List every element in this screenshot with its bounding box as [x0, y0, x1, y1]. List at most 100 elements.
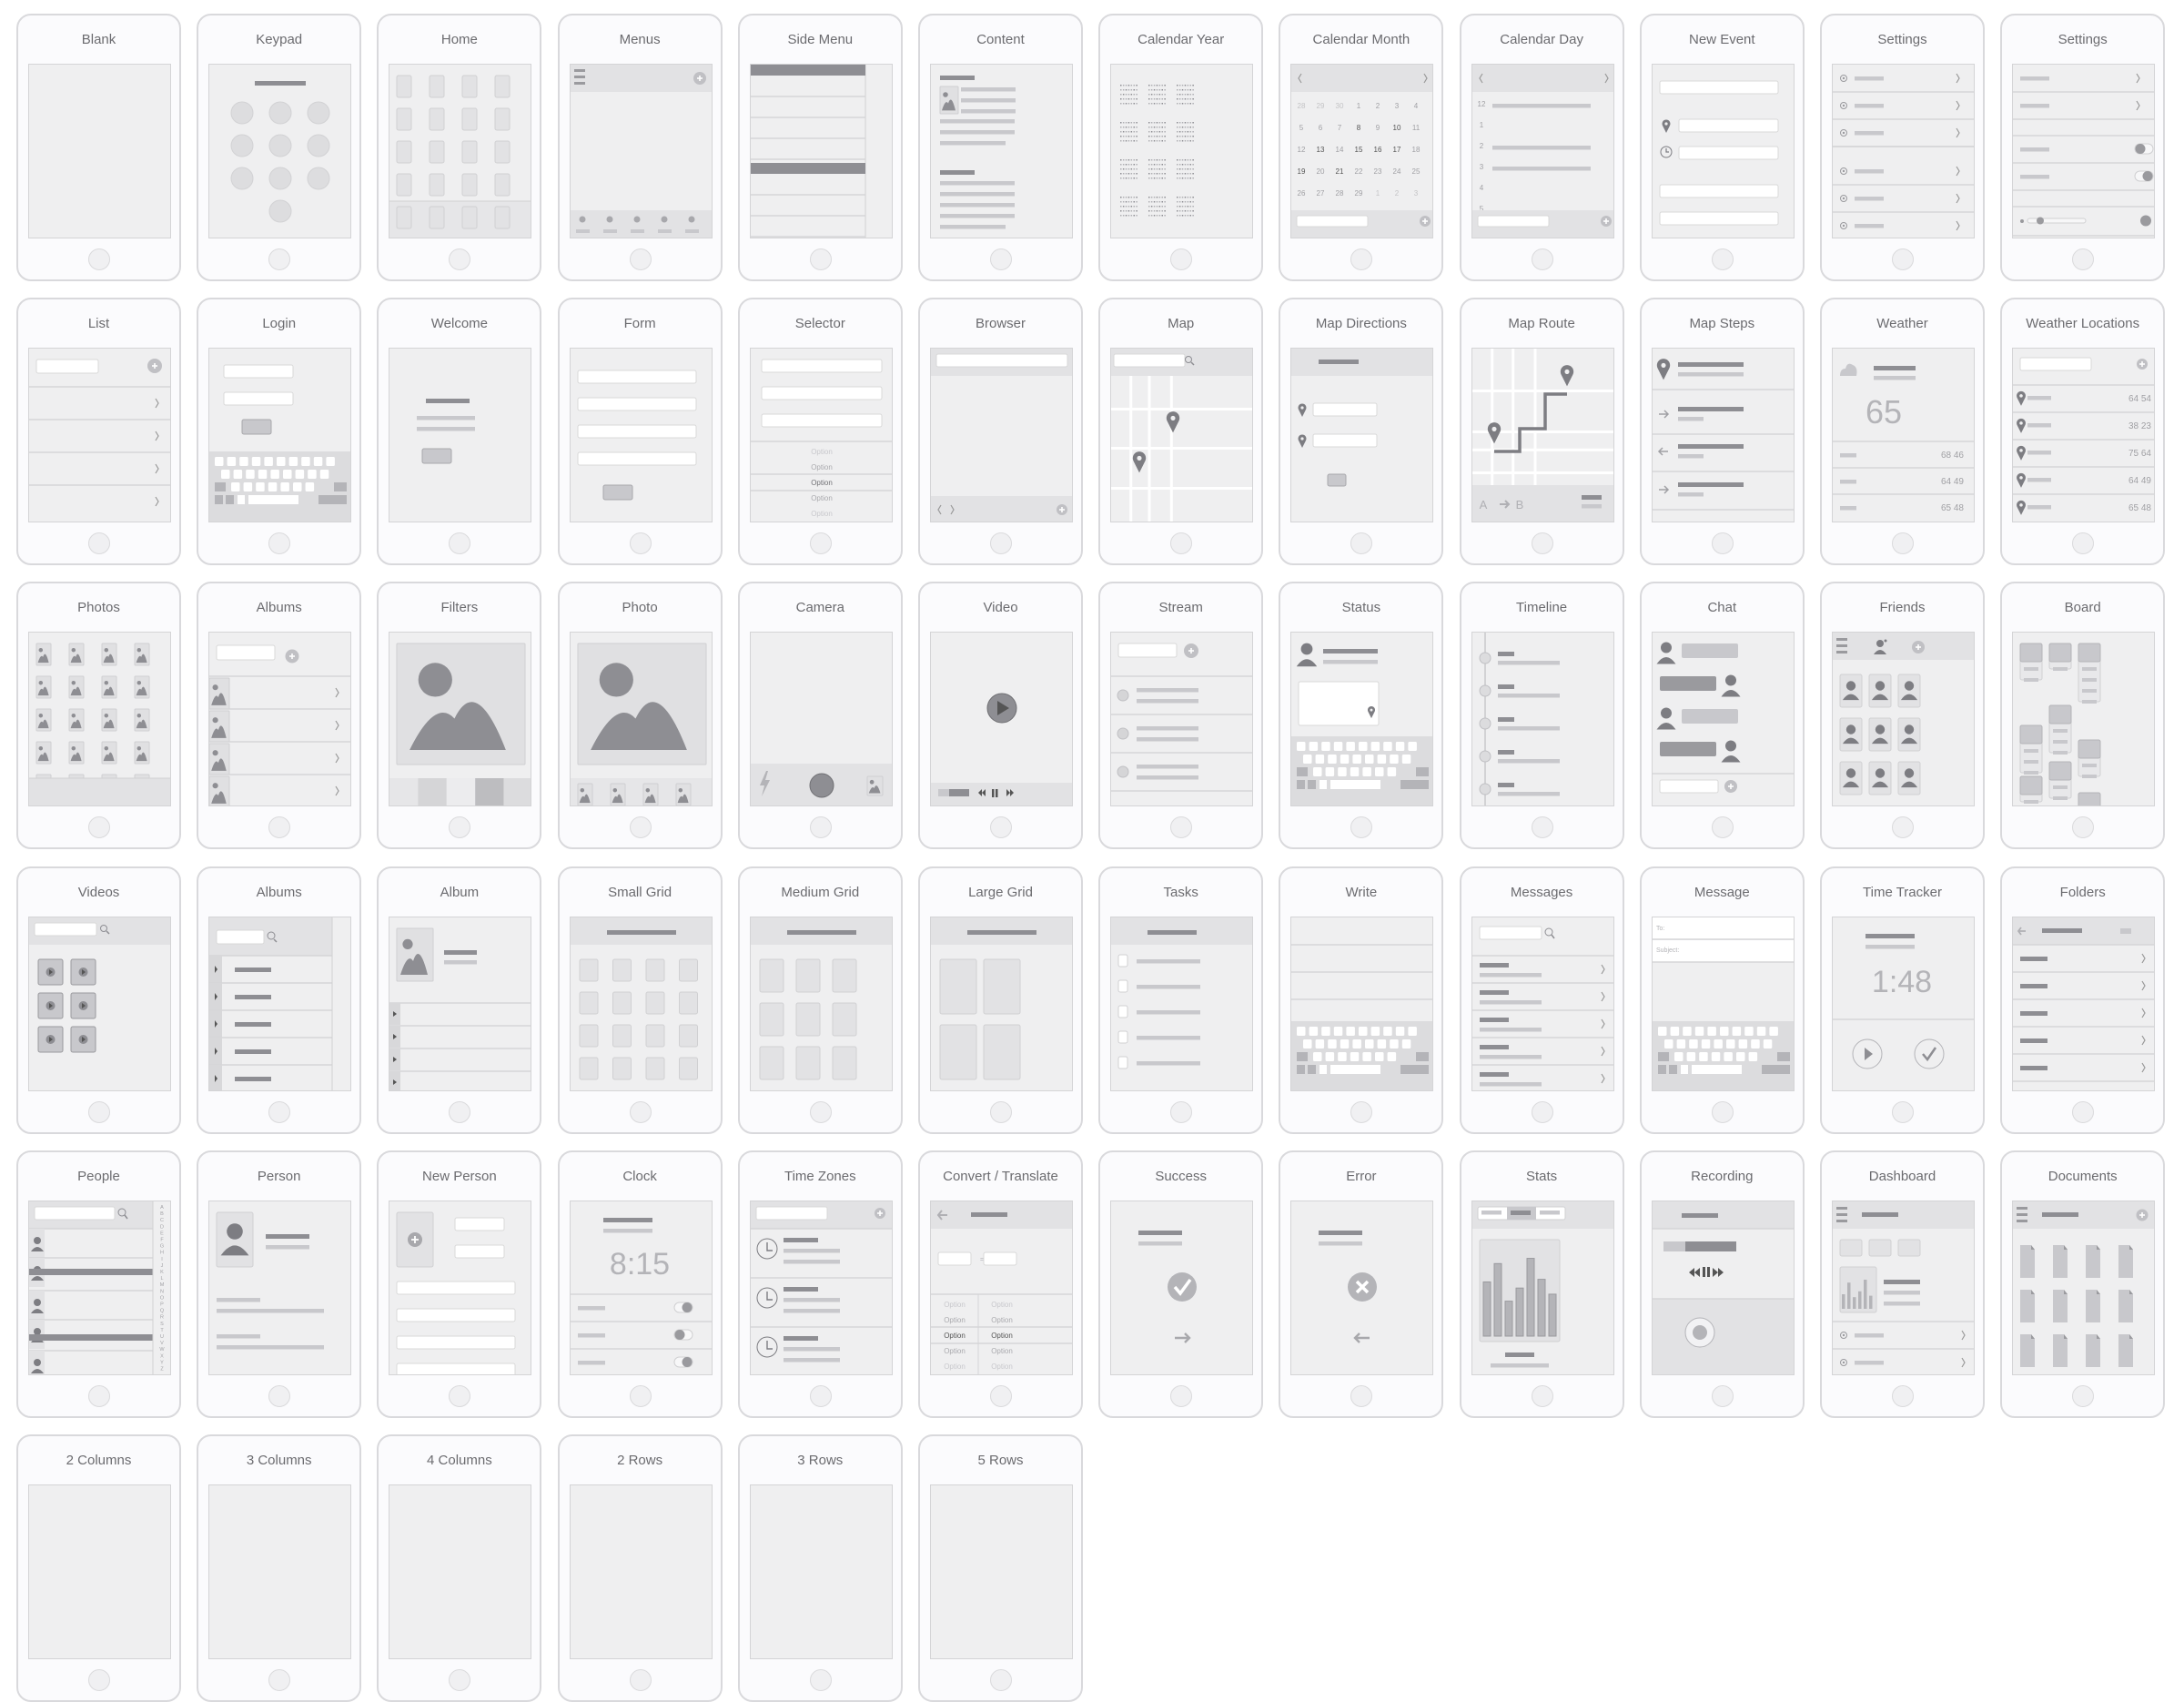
template-card-form[interactable]: Form	[557, 298, 723, 566]
screen-wireframe	[29, 349, 170, 507]
template-card-large-grid[interactable]: Large Grid	[918, 866, 1083, 1134]
template-card-stream[interactable]: Stream	[1098, 582, 1264, 850]
calendar-day-dot	[1136, 206, 1138, 208]
template-card-list[interactable]: List	[16, 298, 181, 566]
template-card-small-grid[interactable]: Small Grid	[557, 866, 723, 1134]
home-button-icon	[1350, 816, 1373, 839]
keypad-key	[307, 101, 330, 125]
template-card-3-rows[interactable]: 3 Rows	[737, 1434, 903, 1702]
calendar-day-dot	[1120, 94, 1122, 96]
template-title: Calendar Day	[1500, 32, 1583, 47]
calendar-day-dot	[1136, 98, 1138, 100]
template-card-dashboard[interactable]: Dashboard	[1820, 1150, 1985, 1418]
template-card-tasks[interactable]: Tasks	[1098, 866, 1264, 1134]
template-card-calendar-day[interactable]: Calendar Day 12 1 2 3 4 5	[1459, 14, 1624, 281]
template-card-settings[interactable]: Settings	[2000, 14, 2166, 281]
template-card-login[interactable]: Login	[197, 298, 362, 566]
template-card-home[interactable]: Home	[377, 14, 542, 281]
template-card-new-event[interactable]: New Event	[1639, 14, 1805, 281]
template-card-new-person[interactable]: New Person	[377, 1150, 542, 1418]
template-card-calendar-month[interactable]: Calendar Month 28 29 30 1 2 3 4 5 6 7 8 9 10 11 12 13 14 1…	[1279, 14, 1444, 281]
screen-wireframe	[209, 1485, 351, 1659]
template-card-status[interactable]: Status	[1279, 582, 1444, 850]
template-card-photos[interactable]: Photos	[16, 582, 181, 850]
template-card-blank[interactable]: Blank	[16, 14, 181, 281]
template-card-photo[interactable]: Photo	[557, 582, 723, 850]
template-card-message[interactable]: Message To: Subject:	[1639, 866, 1805, 1134]
person-head	[34, 1236, 41, 1244]
template-card-documents[interactable]: Documents	[2000, 1150, 2166, 1418]
document-fold	[2064, 1244, 2068, 1250]
chat-bubble-outgoing	[1659, 676, 1716, 692]
template-card-3-columns[interactable]: 3 Columns	[197, 1434, 362, 1702]
calendar-day-dot	[1161, 201, 1164, 203]
phone-screen-menus	[569, 64, 713, 238]
calendar-day-dot	[1177, 164, 1178, 166]
slider-track	[2027, 218, 2087, 224]
template-card-map-route[interactable]: Map Route A B	[1459, 298, 1624, 566]
template-card-friends[interactable]: Friends	[1820, 582, 1985, 850]
template-card-video[interactable]: Video	[918, 582, 1083, 850]
template-card-albums[interactable]: Albums	[197, 866, 362, 1134]
template-card-write[interactable]: Write	[1279, 866, 1444, 1134]
template-card-person[interactable]: Person	[197, 1150, 362, 1418]
calendar-day-dot	[1192, 206, 1195, 208]
template-card-time-zones[interactable]: Time Zones	[737, 1150, 903, 1418]
calendar-day-dot	[1148, 177, 1150, 179]
template-card-albums[interactable]: Albums	[197, 582, 362, 850]
template-card-settings[interactable]: Settings	[1820, 14, 1985, 281]
template-card-keypad[interactable]: Keypad	[197, 14, 362, 281]
template-card-browser[interactable]: Browser	[918, 298, 1083, 566]
template-card-clock[interactable]: Clock 8:15	[557, 1150, 723, 1418]
template-card-album[interactable]: Album	[377, 866, 542, 1134]
template-card-camera[interactable]: Camera	[737, 582, 903, 850]
filter-swatch	[418, 778, 448, 806]
template-card-content[interactable]: Content	[918, 14, 1083, 281]
map-pin-icon	[2017, 391, 2027, 407]
template-card-recording[interactable]: Recording	[1639, 1150, 1805, 1418]
calendar-day-dot	[1181, 168, 1184, 170]
key	[1396, 1026, 1405, 1036]
template-card-welcome[interactable]: Welcome	[377, 298, 542, 566]
template-card-map[interactable]: Map	[1098, 298, 1264, 566]
template-card-board[interactable]: Board	[2000, 582, 2166, 850]
template-card-weather-locations[interactable]: Weather Locations 64 54 38 23 75 64 64 49 65 …	[2000, 298, 2166, 566]
template-card-messages[interactable]: Messages	[1459, 866, 1624, 1134]
calendar-day-dot	[1158, 140, 1161, 142]
template-card-calendar-year[interactable]: Calendar Year	[1098, 14, 1264, 281]
key-mod	[1297, 780, 1306, 790]
template-title: Settings	[2058, 32, 2108, 47]
screen-wireframe	[1471, 926, 1613, 1087]
template-card-error[interactable]: Error	[1279, 1150, 1444, 1418]
template-card-timeline[interactable]: Timeline	[1459, 582, 1624, 850]
template-card-chat[interactable]: Chat	[1639, 582, 1805, 850]
template-card-2-columns[interactable]: 2 Columns	[16, 1434, 181, 1702]
template-card-time-tracker[interactable]: Time Tracker 1:48	[1820, 866, 1985, 1134]
calendar-day-dot	[1158, 210, 1161, 212]
phone-screen-maproute: AB	[1471, 348, 1614, 523]
calendar-day-dot	[1130, 127, 1133, 128]
template-card-5-rows[interactable]: 5 Rows	[918, 1434, 1083, 1702]
phone-screen-timeline	[1471, 632, 1614, 807]
template-card-map-directions[interactable]: Map Directions	[1279, 298, 1444, 566]
template-card-menus[interactable]: Menus	[557, 14, 723, 281]
template-card-2-rows[interactable]: 2 Rows	[557, 1434, 723, 1702]
template-card-people[interactable]: People A B C D E F G H I J K L M N O P Q R S T U V W X Y Z	[16, 1150, 181, 1418]
template-card-map-steps[interactable]: Map Steps	[1639, 298, 1805, 566]
board-card-line	[2082, 689, 2098, 694]
screen-wireframe	[389, 1485, 531, 1659]
home-button-icon	[1170, 532, 1193, 555]
keypad-key	[230, 167, 254, 190]
template-card-medium-grid[interactable]: Medium Grid	[737, 866, 903, 1134]
template-card-side-menu[interactable]: Side Menu	[737, 14, 903, 281]
template-card-folders[interactable]: Folders	[2000, 866, 2166, 1134]
calendar-day-dot	[1164, 136, 1167, 137]
template-card-stats[interactable]: Stats	[1459, 1150, 1624, 1418]
template-card-weather[interactable]: Weather 65 68 46 64 49 65 48	[1820, 298, 1985, 566]
template-card-success[interactable]: Success	[1098, 1150, 1264, 1418]
template-card-convert-translate[interactable]: Convert / Translate = Option Option Option Op…	[918, 1150, 1083, 1418]
template-card-videos[interactable]: Videos	[16, 866, 181, 1134]
template-card-4-columns[interactable]: 4 Columns	[377, 1434, 542, 1702]
template-card-filters[interactable]: Filters	[377, 582, 542, 850]
template-card-selector[interactable]: Selector Option Option Option Option Option	[737, 298, 903, 566]
